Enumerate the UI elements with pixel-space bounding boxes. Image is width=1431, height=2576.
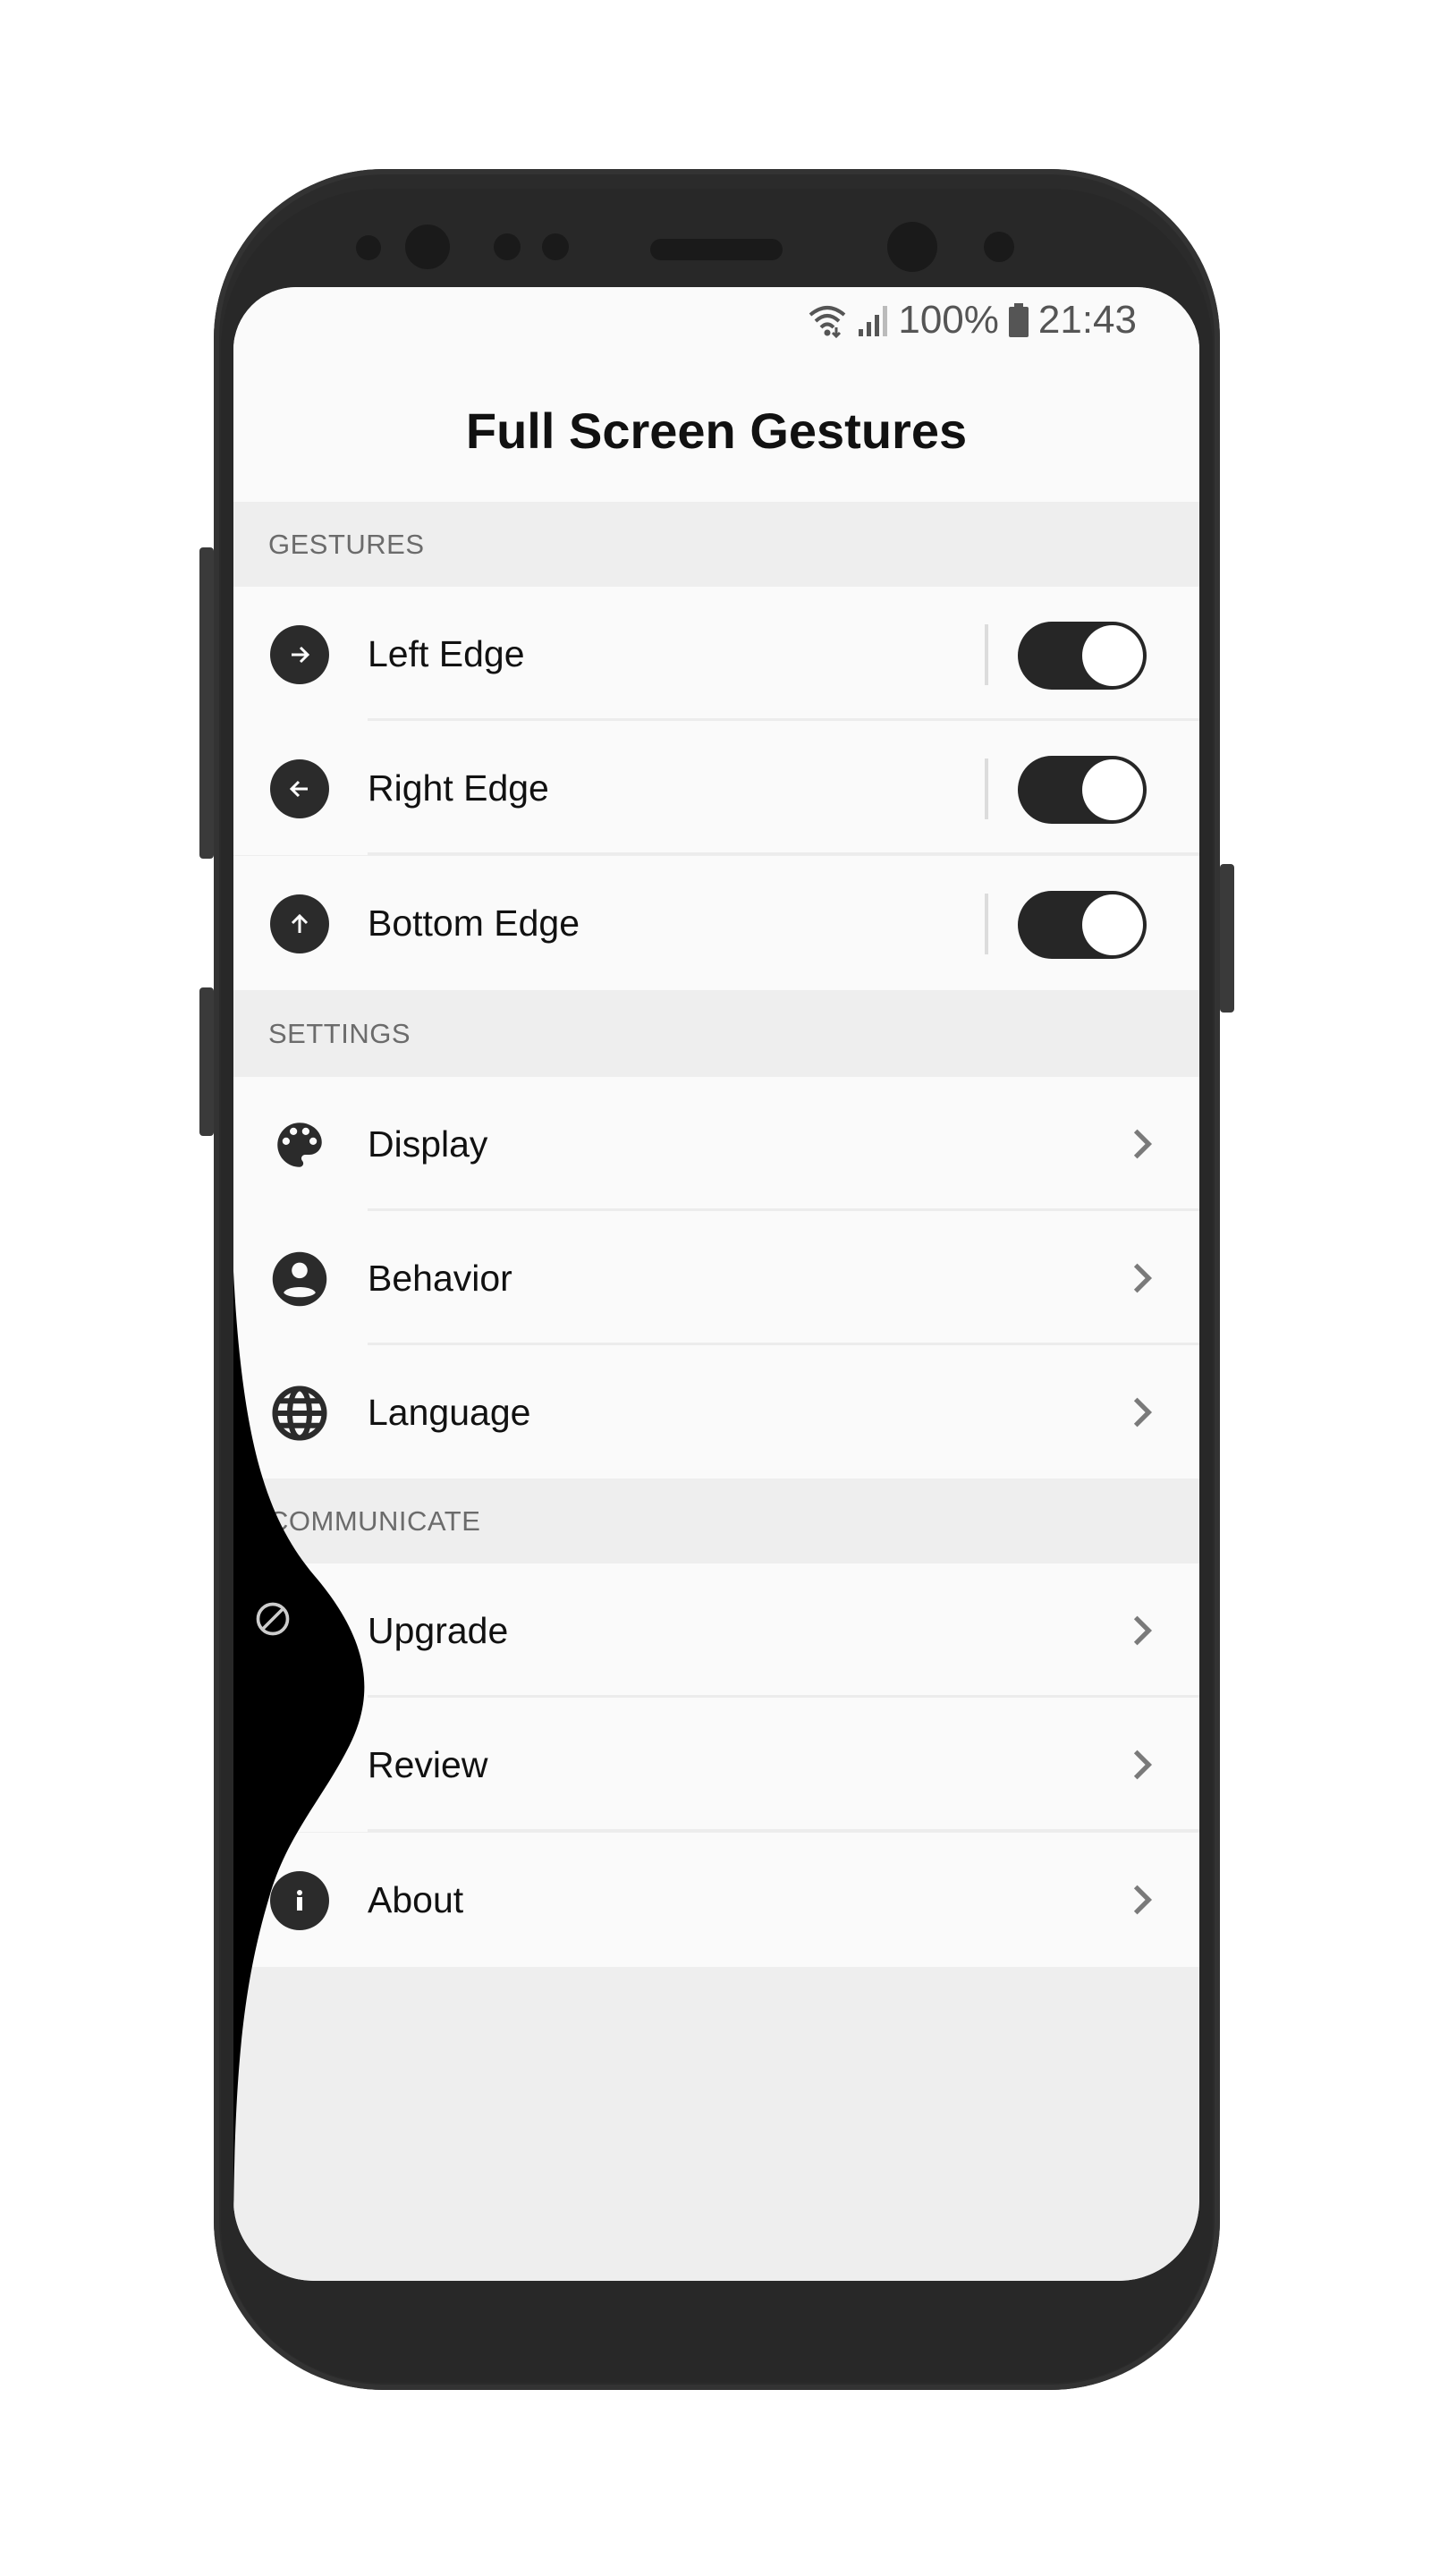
bottom-edge-toggle[interactable] xyxy=(1018,891,1147,959)
status-bar: 100% 21:43 xyxy=(233,287,1199,359)
settings-row-display[interactable]: Display xyxy=(233,1077,1199,1211)
power-button xyxy=(1220,864,1234,1013)
chevron-right-icon xyxy=(1133,1615,1153,1646)
chevron-right-icon xyxy=(1133,1263,1153,1293)
row-label: Bottom Edge xyxy=(368,902,580,944)
toggle-knob xyxy=(1082,894,1143,955)
screen: 100% 21:43 Full Screen Gestures GESTURES… xyxy=(233,287,1199,2281)
right-edge-toggle[interactable] xyxy=(1018,756,1147,824)
camera-icon xyxy=(405,225,450,269)
sensor-icon xyxy=(984,232,1014,262)
chevron-right-icon xyxy=(1133,1885,1153,1915)
section-header-gestures: GESTURES xyxy=(233,502,1199,588)
gesture-row-right-edge[interactable]: Right Edge xyxy=(233,721,1199,855)
divider xyxy=(985,624,988,685)
section-header-settings: SETTINGS xyxy=(233,991,1199,1077)
row-divider xyxy=(368,1829,1199,1832)
toggle-knob xyxy=(1082,625,1143,686)
divider xyxy=(985,758,988,819)
divider xyxy=(985,894,988,954)
row-label: Display xyxy=(368,1123,488,1165)
front-camera-icon xyxy=(887,222,937,272)
block-icon xyxy=(256,1602,290,1636)
arrow-left-icon xyxy=(270,759,329,818)
row-divider xyxy=(368,852,1199,855)
toggle-knob xyxy=(1082,759,1143,820)
sensor-icon xyxy=(494,233,521,260)
status-icons: 100% 21:43 xyxy=(807,298,1137,343)
bixby-button xyxy=(199,987,214,1136)
page-title: Full Screen Gestures xyxy=(465,402,968,459)
arrow-up-icon xyxy=(270,894,329,953)
volume-button xyxy=(199,547,214,859)
sensor-icon xyxy=(356,235,381,260)
edge-gesture-wave[interactable] xyxy=(233,1271,412,2255)
earpiece-speaker xyxy=(650,239,783,260)
sensor-icon xyxy=(542,233,569,260)
battery-icon xyxy=(1008,303,1029,337)
chevron-right-icon xyxy=(1133,1129,1153,1159)
chevron-right-icon xyxy=(1133,1750,1153,1780)
left-edge-toggle[interactable] xyxy=(1018,622,1147,690)
chevron-right-icon xyxy=(1133,1397,1153,1428)
signal-icon xyxy=(859,306,888,336)
row-label: Left Edge xyxy=(368,632,525,674)
arrow-right-icon xyxy=(270,625,329,684)
palette-icon xyxy=(277,1123,322,1167)
battery-percent: 100% xyxy=(898,298,999,342)
gesture-row-left-edge[interactable]: Left Edge xyxy=(233,587,1199,721)
wifi-icon xyxy=(809,306,846,338)
app-bar: Full Screen Gestures xyxy=(233,359,1199,502)
row-label: Right Edge xyxy=(368,767,549,809)
gesture-row-bottom-edge[interactable]: Bottom Edge xyxy=(233,856,1199,990)
clock: 21:43 xyxy=(1037,298,1137,342)
